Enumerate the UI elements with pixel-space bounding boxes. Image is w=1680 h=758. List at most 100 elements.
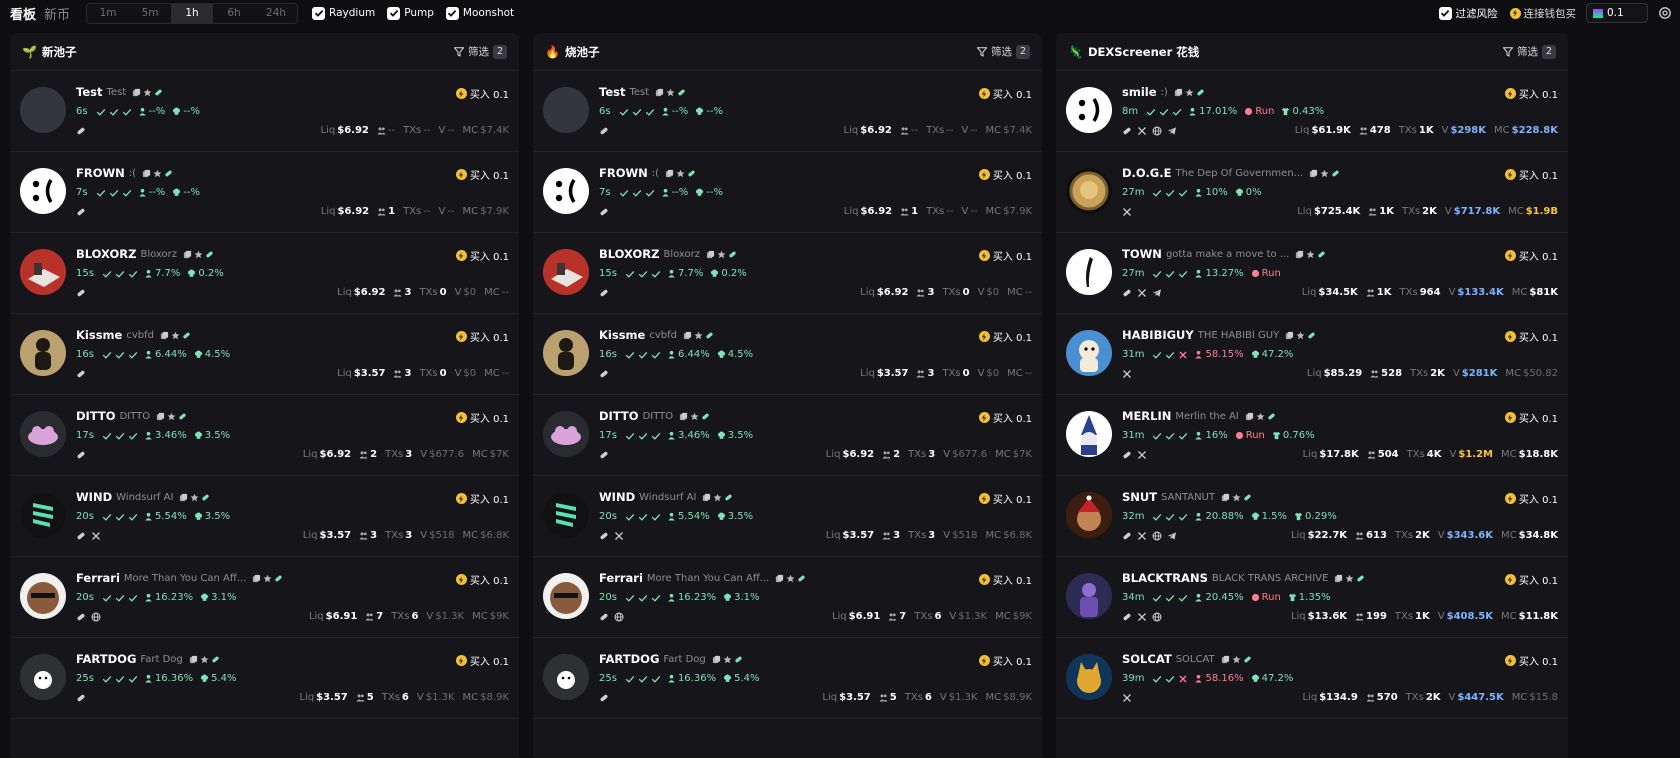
pill-icon[interactable] [1122,126,1132,136]
pill-icon[interactable] [76,450,86,460]
copy-icon[interactable] [706,250,715,259]
token-row[interactable]: Test Test 6s --% --% 买入 0.1 Liq $6.92 -- TX… [10,71,519,152]
copy-icon[interactable] [1245,412,1254,421]
token-row[interactable]: BLACKTRANS BLACK TRANS ARCHIVE 34m 20.45%… [1056,557,1568,638]
pill-icon[interactable] [76,207,86,217]
token-symbol[interactable]: DITTO [76,409,116,423]
copy-icon[interactable] [1174,88,1183,97]
token-avatar[interactable] [20,411,66,457]
star-icon[interactable] [190,493,199,502]
pill-icon[interactable] [599,450,609,460]
copy-icon[interactable] [142,169,151,178]
token-symbol[interactable]: SNUT [1122,490,1157,504]
copy-icon[interactable] [665,169,674,178]
token-avatar[interactable] [1066,411,1112,457]
buy-button[interactable]: 买入 0.1 [978,410,1032,425]
globe-icon[interactable] [614,612,624,622]
globe-icon[interactable] [91,612,101,622]
star-icon[interactable] [143,88,152,97]
token-avatar[interactable] [543,330,589,376]
token-row[interactable]: WIND Windsurf AI 20s 5.54% 3.5% 买入 0.1 Liq … [10,476,519,557]
connect-wallet-button[interactable]: 连接钱包买 [1509,6,1576,21]
token-symbol[interactable]: HABIBIGUY [1122,328,1194,342]
pill-icon[interactable] [599,612,609,622]
filter-button[interactable]: 筛选 2 [1502,44,1556,59]
pill-icon[interactable] [1122,450,1132,460]
pill-icon[interactable] [76,288,86,298]
token-row[interactable]: DITTO DITTO 17s 3.46% 3.5% 买入 0.1 Liq $6.92… [533,395,1042,476]
x-twitter-icon[interactable] [1122,693,1132,703]
token-avatar[interactable] [20,492,66,538]
star-icon[interactable] [200,655,209,664]
star-icon[interactable] [690,412,699,421]
globe-icon[interactable] [1152,531,1162,541]
copy-icon[interactable] [1334,574,1343,583]
page-title[interactable]: 看板 [10,4,36,23]
token-avatar[interactable] [20,654,66,700]
checkbox-icon[interactable] [1438,6,1452,20]
token-row[interactable]: DITTO DITTO 17s 3.46% 3.5% 买入 0.1 Liq $6.92… [10,395,519,476]
token-row[interactable]: SNUT SANTANUT 32m 20.88% 1.5% 0.29% 买入 0.1 L… [1056,476,1568,557]
pill-icon[interactable] [599,288,609,298]
pill-icon[interactable] [76,612,86,622]
pill-icon[interactable] [76,126,86,136]
globe-icon[interactable] [1152,612,1162,622]
star-icon[interactable] [786,574,795,583]
pill-icon[interactable] [76,693,86,703]
copy-icon[interactable] [683,331,692,340]
pill-icon[interactable] [76,531,86,541]
copy-icon[interactable] [655,88,664,97]
star-icon[interactable] [1345,574,1354,583]
star-icon[interactable] [676,169,685,178]
copy-icon[interactable] [156,412,165,421]
pill-icon[interactable] [599,126,609,136]
token-avatar[interactable] [20,87,66,133]
buy-button[interactable]: 买入 0.1 [978,572,1032,587]
token-symbol[interactable]: WIND [599,490,635,504]
toggle-moonshot[interactable]: Moonshot [445,6,514,20]
star-icon[interactable] [167,412,176,421]
copy-icon[interactable] [179,493,188,502]
buy-button[interactable]: 买入 0.1 [1504,167,1558,182]
timeframe-1h[interactable]: 1h [171,3,214,23]
x-twitter-icon[interactable] [1137,612,1147,622]
token-symbol[interactable]: smile [1122,85,1157,99]
buy-button[interactable]: 买入 0.1 [455,491,509,506]
timeframe-1m[interactable]: 1m [87,3,130,23]
buy-button[interactable]: 买入 0.1 [455,653,509,668]
token-symbol[interactable]: D.O.G.E [1122,166,1171,180]
buy-button[interactable]: 买入 0.1 [1504,86,1558,101]
buy-button[interactable]: 买入 0.1 [978,329,1032,344]
buy-button[interactable]: 买入 0.1 [455,329,509,344]
token-avatar[interactable] [20,168,66,214]
copy-icon[interactable] [189,655,198,664]
buy-button[interactable]: 买入 0.1 [455,248,509,263]
toggle-pump[interactable]: Pump [387,6,434,20]
copy-icon[interactable] [679,412,688,421]
copy-icon[interactable] [132,88,141,97]
telegram-icon[interactable] [1152,288,1162,298]
buy-button[interactable]: 买入 0.1 [1504,329,1558,344]
star-icon[interactable] [153,169,162,178]
buy-button[interactable]: 买入 0.1 [455,572,509,587]
token-row[interactable]: MERLIN Merlin the AI 31m 16% Run 0.76% 买入 0.… [1056,395,1568,476]
token-symbol[interactable]: FARTDOG [76,652,136,666]
token-symbol[interactable]: FROWN [599,166,648,180]
buy-button[interactable]: 买入 0.1 [1504,410,1558,425]
token-avatar[interactable] [20,249,66,295]
pill-icon[interactable] [1122,531,1132,541]
buy-button[interactable]: 买入 0.1 [978,491,1032,506]
token-avatar[interactable] [543,492,589,538]
x-twitter-icon[interactable] [1137,450,1147,460]
buy-button[interactable]: 买入 0.1 [978,653,1032,668]
token-row[interactable]: Kissme cvbfd 16s 6.44% 4.5% 买入 0.1 Liq $3.5… [533,314,1042,395]
x-twitter-icon[interactable] [1122,369,1132,379]
copy-icon[interactable] [1221,655,1230,664]
token-row[interactable]: Kissme cvbfd 16s 6.44% 4.5% 买入 0.1 Liq $3.5… [10,314,519,395]
star-icon[interactable] [194,250,203,259]
token-avatar[interactable] [1066,330,1112,376]
buy-button[interactable]: 买入 0.1 [1504,248,1558,263]
star-icon[interactable] [1232,655,1241,664]
star-icon[interactable] [1232,493,1241,502]
token-symbol[interactable]: BLOXORZ [599,247,659,261]
